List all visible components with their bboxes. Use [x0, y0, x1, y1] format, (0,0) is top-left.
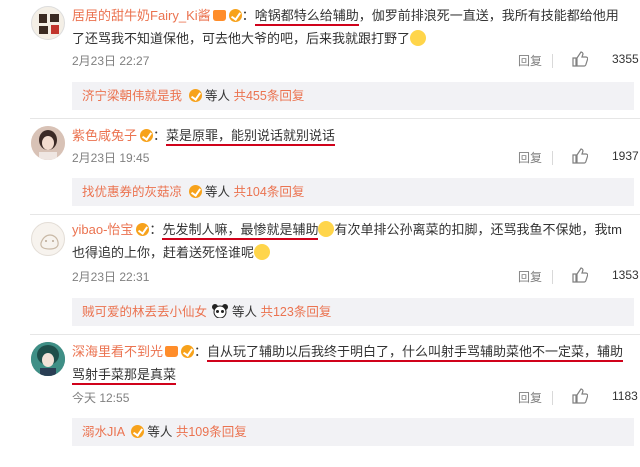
reply-others-label: 等人 [231, 305, 257, 319]
reply-username-link[interactable]: 贼可爱的林丢丢小仙女 [82, 305, 207, 319]
comment-text: 居居的甜牛奶Fairy_Ki酱 ：啥锅都特么给辅助，伽罗前排浪死一直送，我所有技能… [72, 8, 619, 46]
reply-button[interactable]: 回复 [518, 52, 542, 69]
comment-meta: 2月23日 22:27 回复 3355 [72, 51, 639, 72]
smile-emoji-icon [410, 30, 427, 46]
reply-summary[interactable]: 溺水JIA 等人 共109条回复 [72, 418, 634, 446]
like-button[interactable] [572, 267, 589, 286]
like-count: 1353 [612, 268, 639, 282]
comment-meta: 2月23日 22:31 回复 1353 [72, 267, 639, 288]
reply-summary[interactable]: 贼可爱的林丢丢小仙女 等人 共123条回复 [72, 298, 634, 326]
reply-others-label: 等人 [147, 425, 173, 439]
thumbs-up-icon [572, 267, 589, 283]
comment-meta: 2月23日 19:45 回复 1937 [72, 148, 639, 169]
reply-count-link[interactable]: 共123条回复 [260, 305, 331, 319]
reply-summary[interactable]: 找优惠券的灰菇凉 等人 共104条回复 [72, 178, 634, 206]
comment-date: 2月23日 22:31 [72, 270, 150, 284]
username-link[interactable]: 深海里看不到光 [72, 344, 163, 359]
comment-date: 2月23日 19:45 [72, 151, 150, 165]
reply-others-label: 等人 [204, 89, 230, 103]
comment-text: yibao-怡宝 ：先发制人嘛，最惨就是辅助 有次单排公孙离菜的扣脚，还骂我鱼不保她… [72, 221, 622, 260]
thumbs-up-icon [572, 51, 589, 67]
calligraphy-avatar-image [39, 14, 59, 34]
verified-badge-icon [130, 425, 144, 438]
grin-emoji-icon [254, 244, 271, 260]
thumbs-up-icon [572, 388, 589, 404]
reply-others-label: 等人 [204, 185, 230, 199]
thumbs-up-icon [572, 148, 589, 164]
reply-button[interactable]: 回复 [518, 149, 542, 166]
avatar[interactable] [31, 6, 65, 40]
girl-avatar-image [31, 126, 65, 160]
reply-button[interactable]: 回复 [518, 389, 542, 406]
highlighted-text: 骂射手菜那是真菜 [72, 367, 177, 385]
divider [552, 270, 553, 284]
reply-summary[interactable]: 济宁梁朝伟就是我 等人 共455条回复 [72, 82, 634, 110]
like-count: 1937 [612, 149, 639, 163]
like-button[interactable] [572, 148, 589, 167]
verified-badge-icon [228, 9, 242, 22]
reply-username-link[interactable]: 溺水JIA [82, 425, 124, 439]
grin-emoji-icon [318, 221, 335, 237]
like-button[interactable] [572, 51, 589, 70]
comment-body: 有次单排公孙离菜的扣脚，还骂我鱼不保她，我tm也得追的上你，赶着送死怪谁呢 [72, 222, 622, 260]
comment-text: 紫色咸兔子 ：菜是原罪，能别说话就别说话 [72, 124, 630, 147]
crown-badge-icon [212, 10, 226, 21]
panda-emoji-icon [211, 304, 228, 318]
divider [552, 151, 553, 165]
highlighted-text: 啥锅都特么给辅助 [254, 8, 359, 26]
sketch-avatar-image [40, 234, 59, 250]
like-button[interactable] [572, 388, 589, 407]
like-count: 1183 [612, 389, 638, 403]
anime-avatar-image [31, 342, 65, 376]
reply-username-link[interactable]: 济宁梁朝伟就是我 [82, 89, 182, 103]
reply-count-link[interactable]: 共455条回复 [233, 89, 304, 103]
verified-badge-icon [188, 185, 202, 198]
comment-text: 深海里看不到光 ：自从玩了辅助以后我终于明白了，什么叫射手骂辅助菜他不一定菜，辅助… [72, 340, 630, 386]
divider [552, 54, 553, 68]
verified-badge-icon [140, 129, 154, 142]
highlighted-text: 菜是原罪，能别说话就别说话 [166, 128, 336, 146]
reply-count-link[interactable]: 共104条回复 [233, 185, 304, 199]
comment-date: 2月23日 22:27 [72, 54, 150, 68]
verified-badge-icon [181, 345, 195, 358]
divider [30, 334, 640, 335]
reply-button[interactable]: 回复 [518, 268, 542, 285]
verified-badge-icon [188, 89, 202, 102]
comment-date: 今天 12:55 [72, 391, 130, 405]
like-count: 3355 [612, 52, 639, 66]
reply-count-link[interactable]: 共109条回复 [176, 425, 247, 439]
username-link[interactable]: yibao-怡宝 [72, 222, 133, 237]
divider [30, 214, 640, 215]
divider [552, 391, 553, 405]
avatar[interactable] [31, 222, 65, 256]
verified-badge-icon [136, 223, 150, 236]
avatar[interactable] [31, 342, 65, 376]
highlighted-text: 自从玩了辅助以后我终于明白了，什么叫射手骂辅助菜他不一定菜，辅助 [207, 344, 624, 362]
reply-username-link[interactable]: 找优惠券的灰菇凉 [82, 185, 182, 199]
comment-meta: 今天 12:55 回复 1183 [72, 388, 638, 409]
highlighted-text: 先发制人嘛，最惨就是辅助 [162, 222, 319, 240]
crown-badge-icon [165, 346, 179, 357]
avatar[interactable] [31, 126, 65, 160]
username-link[interactable]: 居居的甜牛奶Fairy_Ki酱 [72, 8, 211, 23]
divider [30, 118, 640, 119]
username-link[interactable]: 紫色咸兔子 [72, 128, 137, 143]
